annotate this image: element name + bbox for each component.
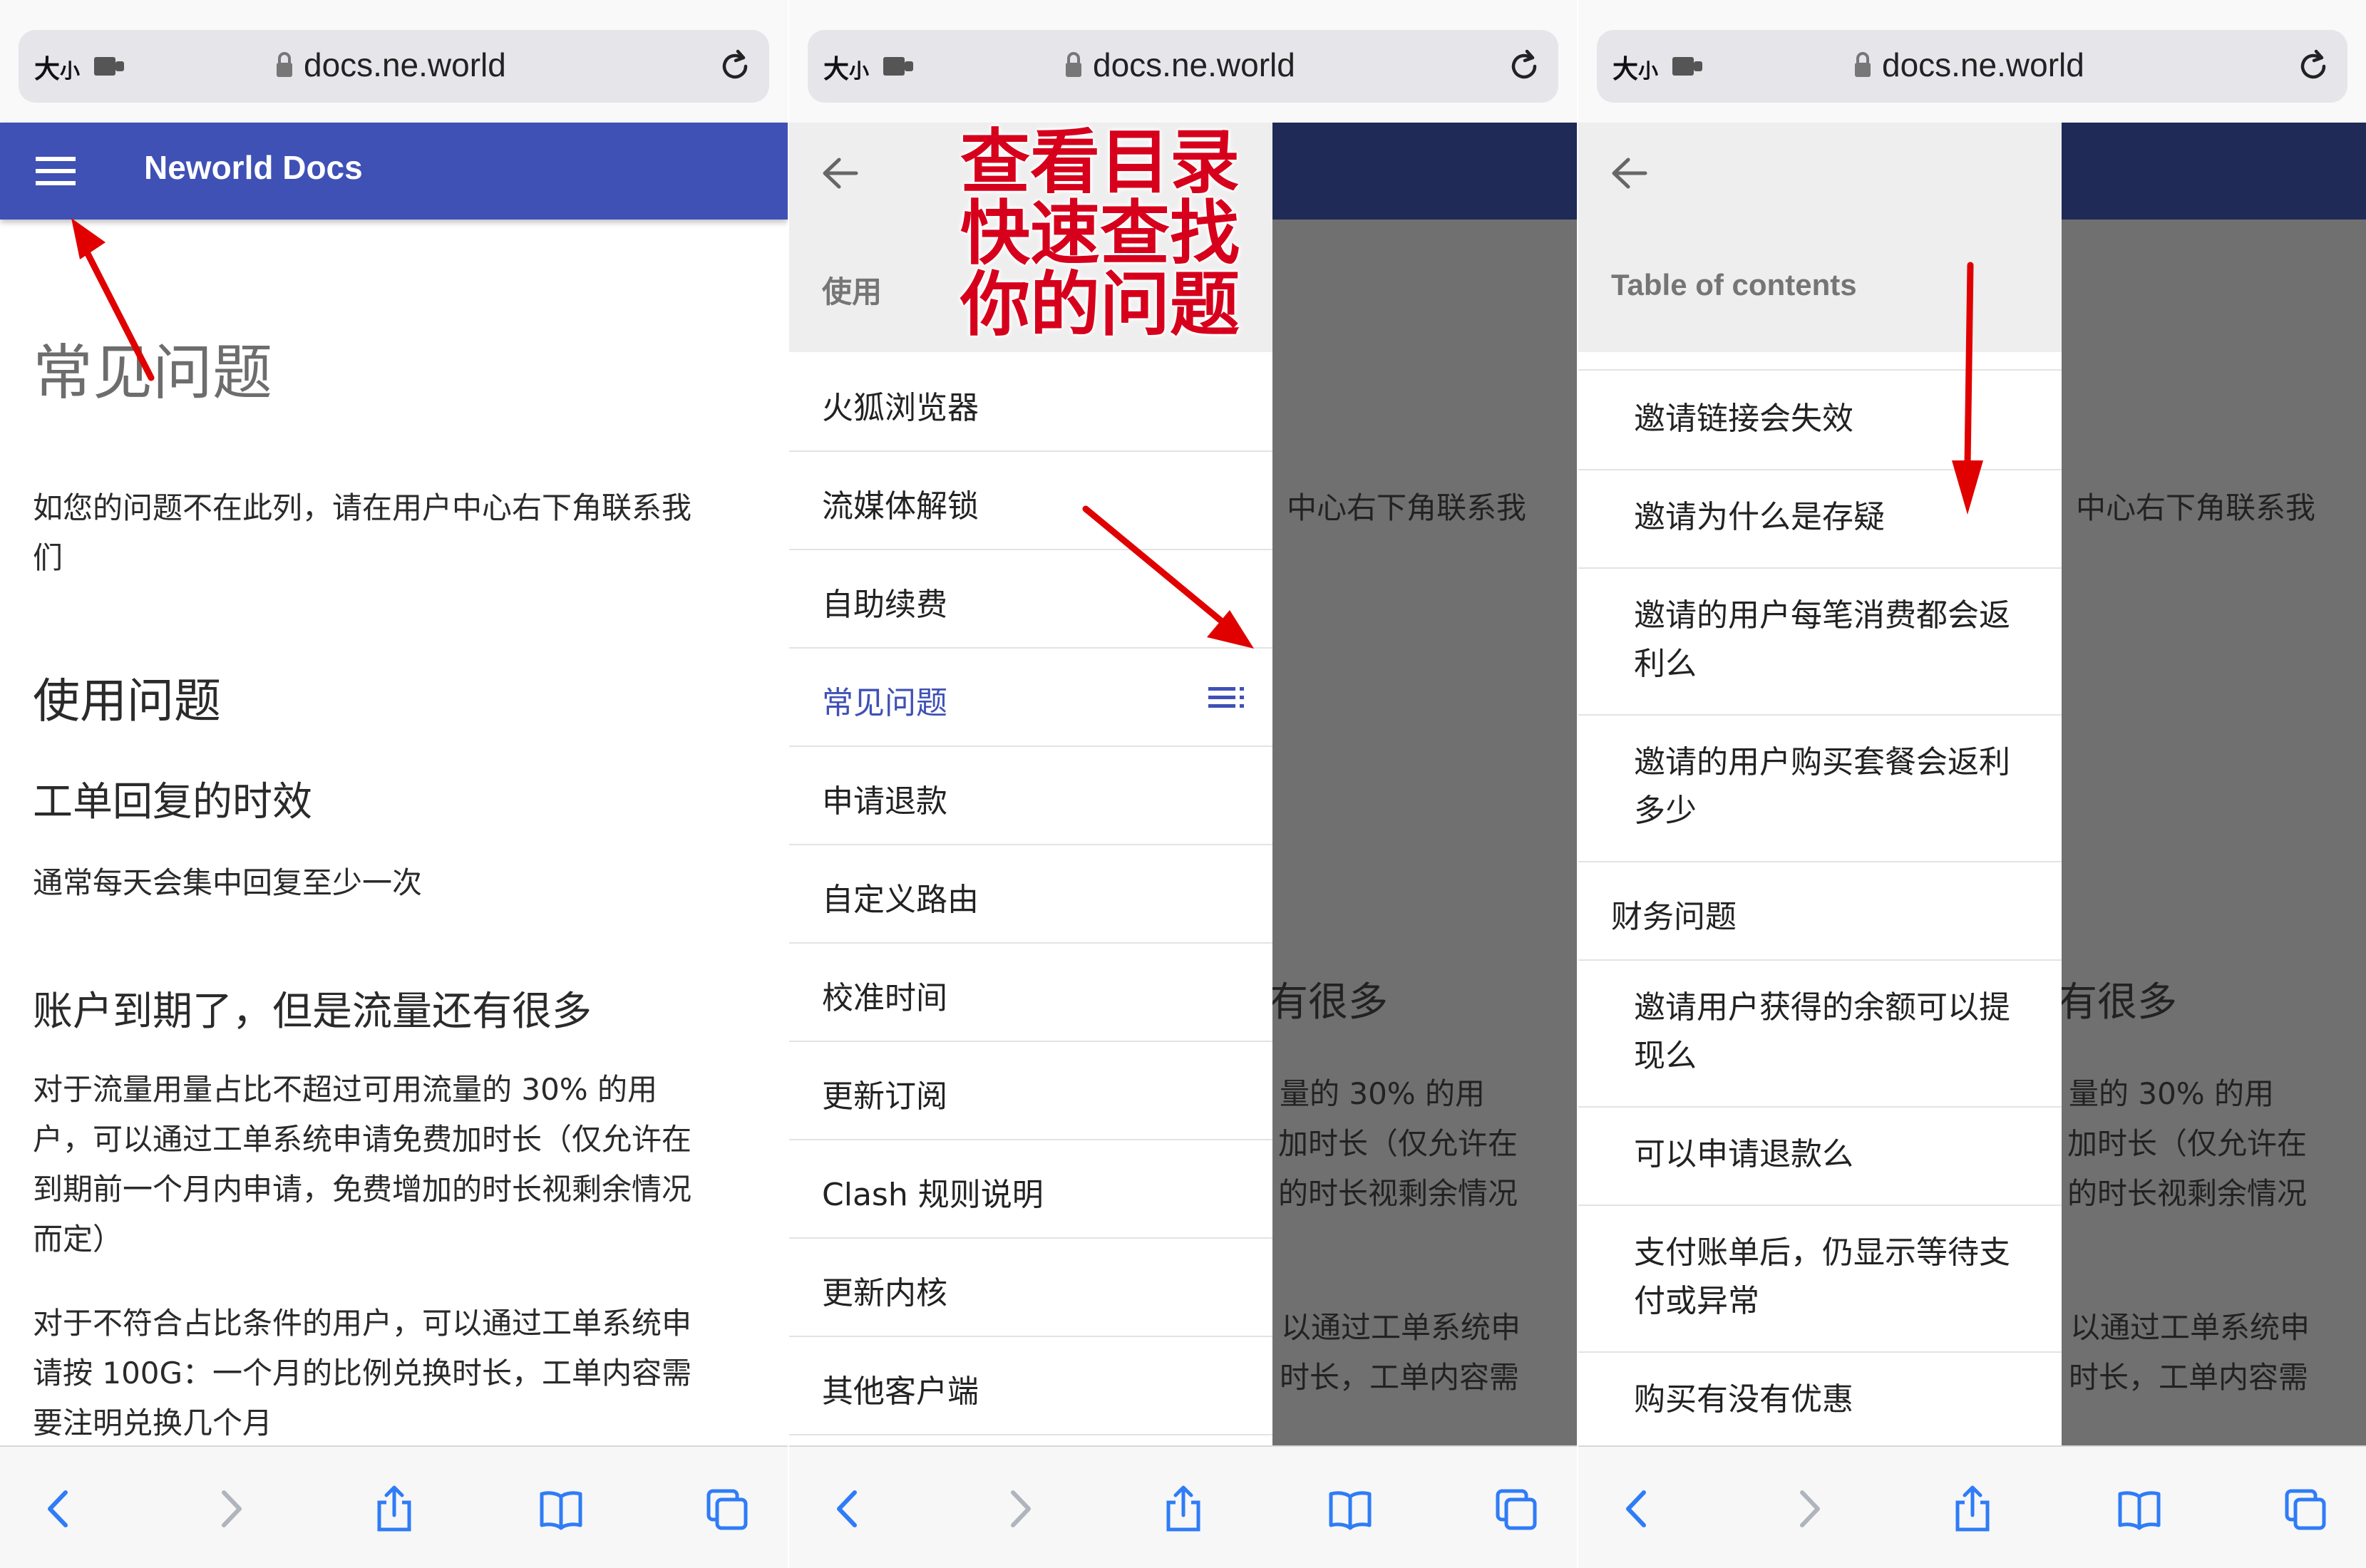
bookmarks-icon[interactable] — [539, 1485, 583, 1532]
browser-bottom-toolbar — [1578, 1445, 2366, 1568]
browser-bottom-toolbar — [0, 1445, 788, 1568]
panel-table-of-contents: 大小 docs.ne.world 中心右下角联系我 有很多 量的 30% 的用 … — [1578, 0, 2366, 1568]
forward-icon[interactable] — [996, 1485, 1040, 1532]
tabs-icon[interactable] — [706, 1485, 750, 1532]
panel-nav-drawer: 大小 docs.ne.world 中心右下角联系我 有很多 量的 30% 的用 … — [789, 0, 1577, 1568]
annotation-arrow — [1082, 505, 1254, 649]
share-icon[interactable] — [1950, 1485, 1995, 1532]
forward-icon[interactable] — [1785, 1485, 1829, 1532]
annotation-arrow — [1952, 262, 1983, 515]
tabs-icon[interactable] — [2284, 1485, 2328, 1532]
annotation-arrow — [71, 218, 155, 381]
back-icon[interactable] — [38, 1485, 83, 1532]
share-icon[interactable] — [372, 1485, 416, 1532]
forward-icon[interactable] — [207, 1485, 251, 1532]
browser-bottom-toolbar — [789, 1445, 1577, 1568]
bookmarks-icon[interactable] — [2117, 1485, 2161, 1532]
tabs-icon[interactable] — [1495, 1485, 1539, 1532]
back-icon[interactable] — [1617, 1485, 1661, 1532]
share-icon[interactable] — [1161, 1485, 1205, 1532]
back-icon[interactable] — [828, 1485, 872, 1532]
panel-docs-page: 大小 docs.ne.world Neworld Docs 常见问题 如您的问题… — [0, 0, 788, 1568]
bookmarks-icon[interactable] — [1328, 1485, 1372, 1532]
